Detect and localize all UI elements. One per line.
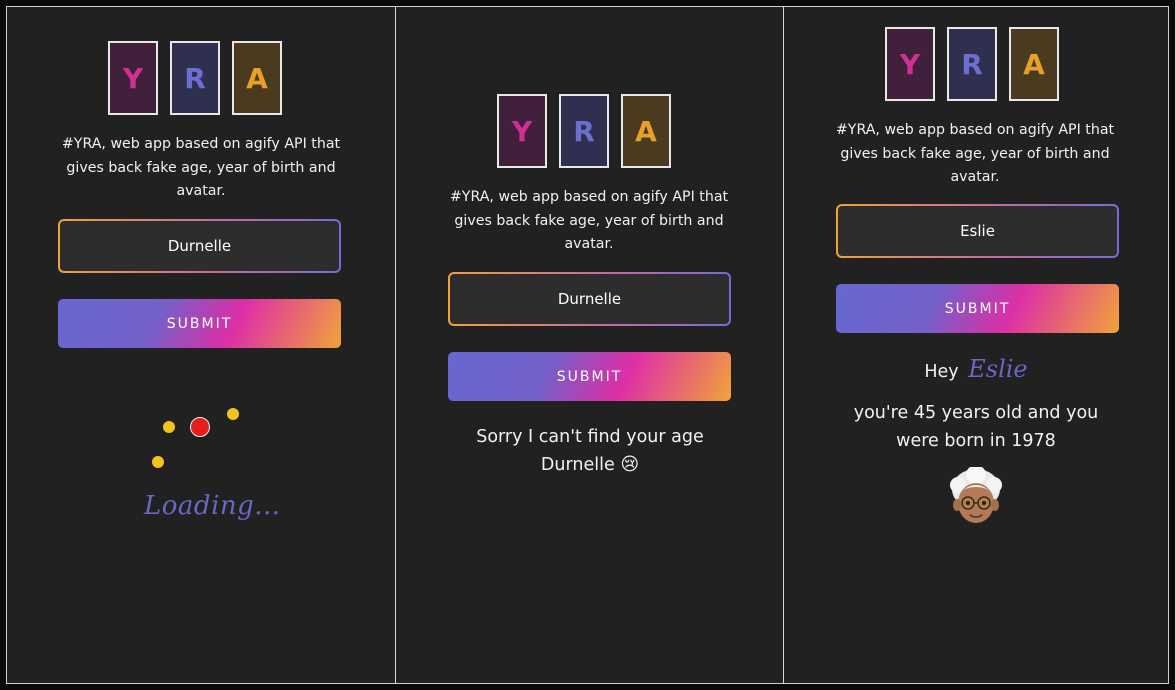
logo-tile-y: Y [108,41,158,115]
app-description: #YRA, web app based on agify API that gi… [835,122,1115,185]
not-found-message-name-line: Durnelle 😢 [430,451,750,479]
logo-tile-a: A [1009,27,1059,101]
not-found-message-line: Sorry I can't find your age [476,427,704,447]
logo-tile-a: A [232,41,282,115]
logo-tile-y: Y [497,94,547,168]
name-input-wrapper [58,219,341,273]
submit-button[interactable]: SUBMIT [836,284,1119,333]
app-description: #YRA, web app based on agify API that gi… [449,189,729,252]
panel-not-found-state: Y R A #YRA, web app based on agify API t… [396,7,784,683]
name-input[interactable] [838,206,1117,256]
not-found-message: Sorry I can't find your age Durnelle 😢 [430,423,750,479]
spinner-dot [163,421,175,433]
app-description: #YRA, web app based on agify API that gi… [61,136,341,199]
not-found-name: Durnelle [540,455,615,475]
logo-tile-r: R [947,27,997,101]
age-result: you're 45 years old and you were born in… [826,399,1126,455]
older-person-icon [948,465,1004,535]
submit-button[interactable]: SUBMIT [58,299,341,348]
name-input-wrapper [448,272,731,326]
avatar [950,465,1002,523]
panel-loading-state: Y R A #YRA, web app based on agify API t… [7,7,396,683]
logo-tile-r: R [559,94,609,168]
name-input[interactable] [450,274,729,324]
name-input-wrapper [836,204,1119,258]
loading-text: Loading... [144,491,281,521]
greeting-word: Hey [924,362,959,382]
birth-year-line: were born in 1978 [896,431,1056,451]
crying-face-icon: 😢 [620,454,640,475]
submit-button[interactable]: SUBMIT [448,352,731,401]
greeting-line: Hey Eslie [826,355,1126,383]
spinner-dot [227,408,239,420]
spinner-dot-active [190,417,210,437]
logo-tile-a: A [621,94,671,168]
name-input[interactable] [60,221,339,271]
yra-logo: Y R A [108,41,282,115]
logo-tile-y: Y [885,27,935,101]
panel-result-state: Y R A #YRA, web app based on agify API t… [784,7,1168,683]
spinner-dot [152,456,164,468]
logo-tile-r: R [170,41,220,115]
yra-logo: Y R A [885,27,1059,101]
yra-logo: Y R A [497,94,671,168]
screenshot-frame: Y R A #YRA, web app based on agify API t… [6,6,1169,684]
age-result-line: you're 45 years old and you [853,403,1099,423]
greeting-name: Eslie [968,355,1028,383]
